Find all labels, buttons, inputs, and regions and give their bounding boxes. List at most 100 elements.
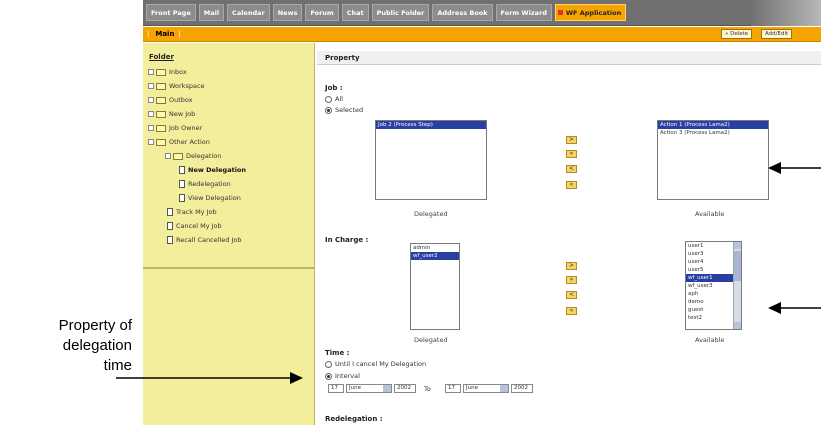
- radio-selected[interactable]: [325, 106, 332, 114]
- tab-address-book[interactable]: Address Book: [432, 4, 493, 21]
- folder-sidebar: Folder Inbox Workspace Outbox New Job Jo…: [143, 43, 315, 425]
- expand-icon[interactable]: [148, 83, 154, 89]
- remove-all-jobs-button[interactable]: «: [566, 181, 577, 189]
- sidebar-item-other-action[interactable]: Other Action: [143, 135, 314, 149]
- nav-fade: [751, 0, 821, 26]
- tab-forum[interactable]: Forum: [305, 4, 339, 21]
- sidebar-item-recall-cancelled-job[interactable]: Recall Cancelled Job: [143, 233, 314, 247]
- remove-all-users-button[interactable]: «: [566, 307, 577, 315]
- radio-all[interactable]: [325, 95, 332, 103]
- remove-job-button[interactable]: <: [566, 165, 577, 173]
- separator: |: [178, 30, 181, 38]
- scroll-down-icon[interactable]: [734, 322, 741, 329]
- radio-interval-label: Interval: [335, 372, 360, 380]
- scroll-up-icon[interactable]: [734, 242, 741, 249]
- remove-user-button[interactable]: <: [566, 291, 577, 299]
- top-navigation: Front Page Mail Calendar News Forum Chat…: [143, 0, 821, 26]
- sidebar-item-new-job[interactable]: New Job: [143, 107, 314, 121]
- annotation-label: Property of delegation time: [0, 316, 132, 376]
- job-available-list[interactable]: Action 1 (Process Lama2) Action 3 (Proce…: [657, 120, 769, 200]
- sidebar-item-delegation[interactable]: Delegation: [143, 149, 314, 163]
- add-user-button[interactable]: >: [566, 262, 577, 270]
- sidebar-item-inbox[interactable]: Inbox: [143, 65, 314, 79]
- sidebar-divider: [143, 267, 315, 269]
- add-edit-button[interactable]: Add/Edit: [761, 29, 793, 39]
- job-all-option[interactable]: All: [325, 95, 343, 103]
- add-all-users-button[interactable]: »: [566, 276, 577, 284]
- list-item[interactable]: wf_user2: [411, 252, 459, 260]
- property-title: Property: [325, 54, 360, 62]
- incharge-delegated-list[interactable]: admin wf_user2: [410, 243, 460, 330]
- folder-icon: [156, 110, 166, 118]
- sidebar-item-label: Inbox: [169, 68, 187, 76]
- sidebar-item-new-delegation[interactable]: New Delegation: [143, 163, 314, 177]
- app-icon: [557, 10, 563, 15]
- expand-icon[interactable]: [148, 125, 154, 131]
- document-icon: [179, 194, 185, 202]
- sidebar-item-outbox[interactable]: Outbox: [143, 93, 314, 107]
- expand-icon[interactable]: [148, 69, 154, 75]
- folder-icon: [156, 96, 166, 104]
- time-section-label: Time :: [325, 349, 350, 357]
- tab-calendar[interactable]: Calendar: [227, 4, 270, 21]
- from-year-input[interactable]: 2002: [394, 384, 416, 393]
- sidebar-item-cancel-my-job[interactable]: Cancel My Job: [143, 219, 314, 233]
- property-header: Property: [317, 51, 821, 65]
- sub-navigation: | Main | « Delete Add/Edit: [143, 27, 821, 42]
- time-until-option[interactable]: Until I cancel My Delegation: [325, 360, 426, 368]
- from-day-select[interactable]: 17: [328, 384, 344, 393]
- sidebar-item-redelegation[interactable]: Redelegation: [143, 177, 314, 191]
- document-icon: [167, 208, 173, 216]
- to-day-select[interactable]: 17: [445, 384, 461, 393]
- separator: |: [147, 30, 150, 38]
- incharge-available-list[interactable]: user1 user3 user4 user5 wf_user1 wf_user…: [685, 241, 742, 330]
- sidebar-item-label: Workspace: [169, 82, 205, 90]
- job-delegated-list[interactable]: Job 2 (Process Step): [375, 120, 487, 200]
- sidebar-item-label: Track My Job: [176, 208, 217, 216]
- radio-interval[interactable]: [325, 372, 332, 380]
- folder-icon: [156, 68, 166, 76]
- sidebar-item-job-owner[interactable]: Job Owner: [143, 121, 314, 135]
- list-item[interactable]: Job 2 (Process Step): [376, 121, 486, 129]
- time-interval-option[interactable]: Interval: [325, 372, 360, 380]
- tab-wf-application[interactable]: WF Application: [554, 4, 627, 21]
- delete-button[interactable]: « Delete: [721, 29, 753, 39]
- main-link[interactable]: Main: [155, 30, 174, 38]
- expand-icon[interactable]: [148, 97, 154, 103]
- tab-public-folder[interactable]: Public Folder: [371, 4, 430, 21]
- collapse-icon[interactable]: [148, 139, 154, 145]
- list-scrollbar[interactable]: [733, 242, 741, 329]
- sidebar-item-view-delegation[interactable]: View Delegation: [143, 191, 314, 205]
- tab-form-wizard[interactable]: Form Wizard: [495, 4, 552, 21]
- document-icon: [167, 236, 173, 244]
- list-item[interactable]: Action 3 (Process Lama2): [658, 129, 768, 137]
- add-all-jobs-button[interactable]: »: [566, 150, 577, 158]
- list-item[interactable]: admin: [411, 244, 459, 252]
- open-folder-icon: [156, 138, 166, 146]
- to-year-input[interactable]: 2002: [511, 384, 533, 393]
- sidebar-item-track-my-job[interactable]: Track My Job: [143, 205, 314, 219]
- job-selected-option[interactable]: Selected: [325, 106, 363, 114]
- incharge-delegated-label: Delegated: [414, 336, 448, 344]
- chevron-down-icon[interactable]: [383, 385, 391, 392]
- tab-mail[interactable]: Mail: [198, 4, 225, 21]
- in-charge-section-label: In Charge :: [325, 236, 369, 244]
- annotation-line: time: [103, 357, 132, 374]
- collapse-icon[interactable]: [165, 153, 171, 159]
- radio-until-cancel[interactable]: [325, 360, 332, 368]
- list-item[interactable]: Action 1 (Process Lama2): [658, 121, 768, 129]
- tab-front-page[interactable]: Front Page: [146, 4, 196, 21]
- chevron-down-icon[interactable]: [500, 385, 508, 392]
- job-section-label: Job :: [325, 84, 343, 92]
- document-icon: [167, 222, 173, 230]
- to-label: To: [424, 385, 431, 393]
- scroll-thumb[interactable]: [734, 251, 741, 281]
- add-job-button[interactable]: >: [566, 136, 577, 144]
- tab-news[interactable]: News: [272, 4, 303, 21]
- expand-icon[interactable]: [148, 111, 154, 117]
- folder-tree: Inbox Workspace Outbox New Job Job Owner…: [143, 65, 314, 247]
- sidebar-item-workspace[interactable]: Workspace: [143, 79, 314, 93]
- sidebar-item-label: Other Action: [169, 138, 210, 146]
- tab-chat[interactable]: Chat: [341, 4, 369, 21]
- job-delegated-label: Delegated: [414, 210, 448, 218]
